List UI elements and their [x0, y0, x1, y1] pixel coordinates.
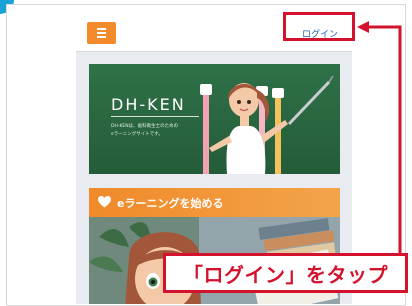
arrow-icon: [357, 21, 402, 255]
instruction-caption: 「ログイン」をタップ: [163, 253, 408, 293]
